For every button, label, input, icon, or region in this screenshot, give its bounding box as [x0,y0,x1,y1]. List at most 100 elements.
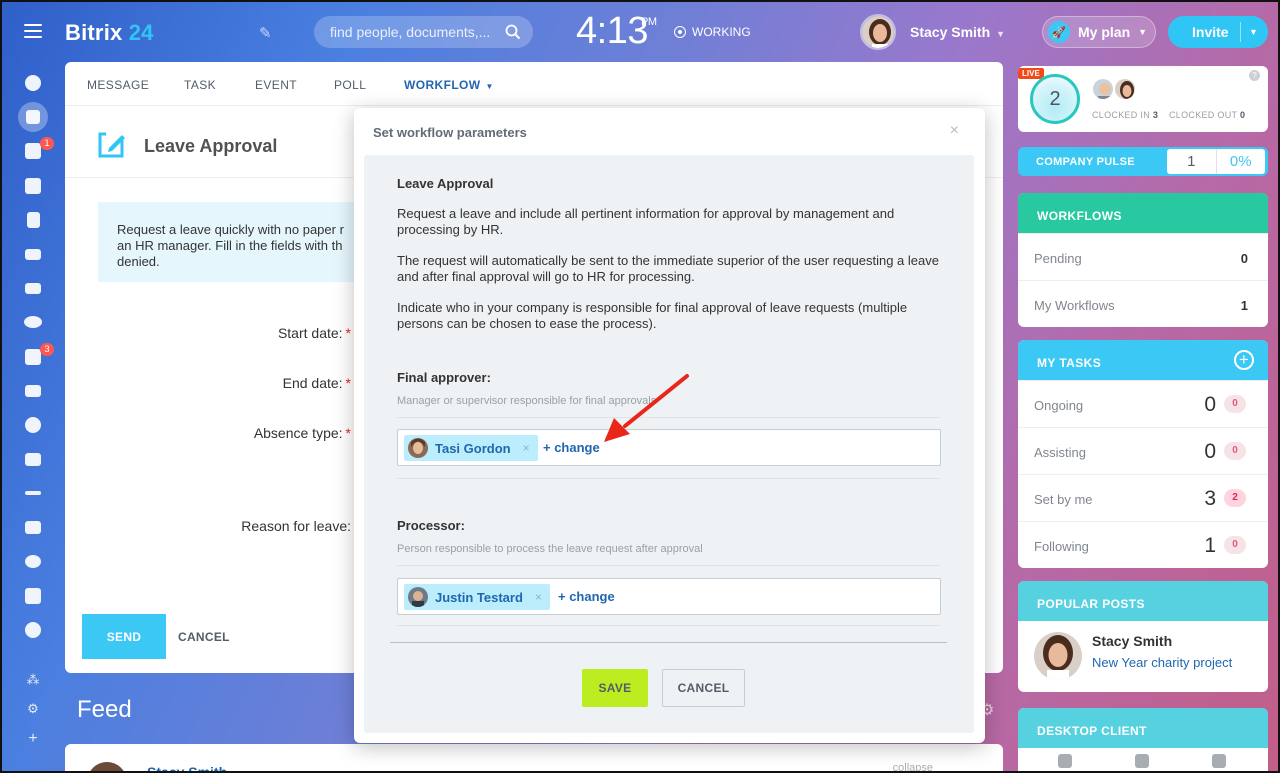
list-item[interactable]: Ongoing 0 0 [1018,380,1268,427]
app-logo[interactable]: Bitrix 24 [65,20,154,46]
sidebar-item-contacts[interactable] [18,510,48,544]
dialog-title: Set workflow parameters [373,125,527,140]
tab-workflow[interactable]: WORKFLOW ▼ [404,78,494,92]
company-pulse-widget[interactable]: COMPANY PULSE 1 0% [1018,147,1268,176]
list-item[interactable]: Assisting 0 0 [1018,427,1268,474]
pulse-percent: 0% [1215,149,1266,174]
time-display[interactable]: 4:13 PM [576,10,657,53]
avatar [408,438,428,458]
post-author[interactable]: Stacy Smith [1092,633,1172,649]
sidebar-item-drive[interactable] [18,237,48,271]
invite-label: Invite [1192,24,1229,40]
search-icon[interactable] [505,24,521,40]
avatar[interactable] [1113,77,1137,101]
sidebar-item-docs[interactable] [18,203,48,237]
sidebar-item-groups[interactable] [18,305,48,339]
workflows-title[interactable]: WORKFLOWS [1018,193,1268,233]
row-label: Following [1034,539,1089,554]
my-tasks-header[interactable]: MY TASKS + [1018,340,1268,380]
settings-icon[interactable]: ⚙ [25,701,41,717]
close-icon[interactable]: × [950,122,959,140]
work-status[interactable]: WORKING [674,25,751,39]
people-icon [24,316,42,329]
chevron-down-icon: ▼ [996,29,1006,39]
final-approver-field[interactable]: Tasi Gordon × + change [397,429,941,466]
list-item[interactable]: My Workflows 1 [1018,280,1268,327]
menu-icon[interactable] [24,24,42,38]
remove-icon[interactable]: × [523,441,530,455]
collapse-link[interactable]: collapse [893,762,933,773]
send-button[interactable]: SEND [82,614,166,659]
end-date-label: End date: * [151,375,351,391]
list-item[interactable]: Following 1 0 [1018,521,1268,568]
tab-task[interactable]: TASK [184,78,216,92]
sidebar-item-goals[interactable] [18,408,48,442]
sidebar-item-market[interactable] [18,579,48,613]
dialog-paragraph: Indicate who in your company is responsi… [397,300,908,331]
post-link[interactable]: New Year charity project [1092,655,1232,670]
processor-chip[interactable]: Justin Testard × [404,584,550,610]
avatar[interactable] [87,762,127,773]
sidebar-item-feed[interactable] [18,100,48,134]
mail-icon [25,282,41,294]
sidebar-item-robots[interactable] [18,545,48,579]
sidebar-item-crm[interactable] [18,374,48,408]
invite-button[interactable]: Invite ▼ [1168,16,1268,48]
tab-message[interactable]: MESSAGE [87,78,149,92]
sitemap-icon[interactable]: ⁂ [25,672,41,688]
chevron-down-icon: ▼ [485,82,494,91]
sidebar-item-mail[interactable] [18,271,48,305]
user-menu[interactable]: Stacy Smith ▼ [910,24,1005,40]
post-author[interactable]: Stacy Smith [147,764,227,773]
final-approver-chip[interactable]: Tasi Gordon × [404,435,538,461]
list-item[interactable]: Set by me 3 2 [1018,474,1268,521]
box-icon [25,587,41,604]
clocked-in-counter[interactable]: 2 [1030,74,1080,124]
row-label: Ongoing [1034,398,1084,413]
avatar[interactable] [1034,632,1082,680]
row-value: 0 [1240,251,1248,266]
my-plan-button[interactable]: 🚀 My plan ▼ [1042,16,1156,48]
dialog-cancel-button[interactable]: CANCEL [662,669,745,707]
sidebar-item-sites[interactable] [18,66,48,100]
add-task-icon[interactable]: + [1234,350,1254,370]
counter-badge: 0 [1224,395,1246,413]
calendar-icon [25,177,41,194]
live-badge: LIVE [1018,68,1044,79]
my-tasks-widget: MY TASKS + Ongoing 0 0 Assisting 0 0 Set by m… [1018,340,1268,568]
post-type-tabs: MESSAGE TASK EVENT POLL WORKFLOW ▼ [65,62,1003,106]
processor-field[interactable]: Justin Testard × + change [397,578,941,615]
search-input[interactable] [330,16,500,48]
divider [397,478,940,479]
avatar-image [408,438,428,458]
linux-icon[interactable] [1212,754,1226,768]
tab-event[interactable]: EVENT [255,78,297,92]
change-processor-link[interactable]: + change [558,589,615,604]
left-sidebar: 1 3 [18,66,54,647]
chevron-down-icon[interactable]: ▼ [1249,27,1258,37]
user-avatar[interactable] [860,14,896,50]
tab-poll[interactable]: POLL [334,78,366,92]
sidebar-item-chat[interactable]: 1 [18,134,54,168]
plus-icon[interactable]: + [25,730,41,748]
sidebar-item-calendar[interactable] [18,169,48,203]
sidebar-item-sign[interactable] [18,476,48,510]
sidebar-item-shop[interactable] [18,442,48,476]
help-icon[interactable]: ? [1249,70,1260,81]
change-final-approver-link[interactable]: + change [543,440,600,455]
pencil-icon[interactable]: ✎ [259,24,272,42]
sidebar-item-tasks[interactable]: 3 [18,340,54,374]
remove-icon[interactable]: × [535,590,542,604]
cancel-button[interactable]: CANCEL [178,630,230,644]
timeman-widget[interactable]: LIVE 2 CLOCKED IN 3 CLOCKED OUT 0 ? [1018,66,1268,132]
search-box[interactable] [314,16,533,48]
windows-icon[interactable] [1135,754,1149,768]
apple-icon[interactable] [1058,754,1072,768]
counter-badge: 0 [1224,442,1246,460]
my-tasks-title: MY TASKS [1037,356,1102,370]
time-value: 4:13 [576,10,648,52]
list-item[interactable]: Pending 0 [1018,233,1268,280]
avatar[interactable] [1091,77,1115,101]
sidebar-item-more[interactable] [18,613,48,647]
save-button[interactable]: SAVE [582,669,648,707]
